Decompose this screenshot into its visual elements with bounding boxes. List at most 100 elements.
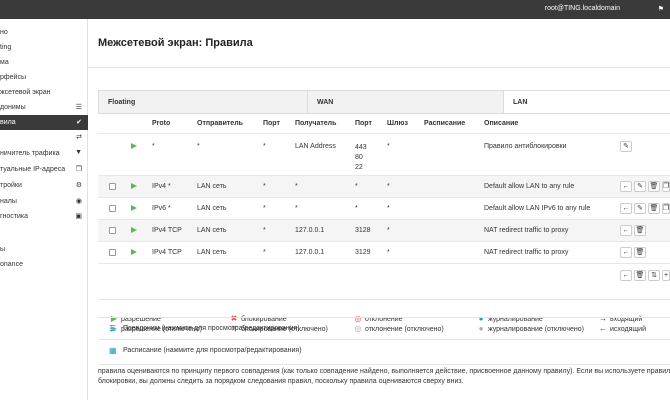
sidebar-item-shaper[interactable]: ничитель трафика ▼ xyxy=(0,146,88,161)
column-header-proto: Proto xyxy=(152,120,171,127)
delete-button[interactable]: 🗑 xyxy=(648,181,660,192)
cell-description: NAT redirect traffic to proxy xyxy=(484,227,569,234)
cell-gateway: * xyxy=(387,143,390,150)
sidebar-item-settings[interactable]: тройки ⚙ xyxy=(0,178,88,193)
edit-button[interactable]: ✎ xyxy=(634,203,646,214)
tab-label: LAN xyxy=(513,99,528,106)
list-icon: ☰ xyxy=(109,324,117,333)
tab-label: WAN xyxy=(317,99,334,106)
cell-source-port: * xyxy=(263,227,266,234)
pass-icon[interactable] xyxy=(131,227,137,233)
sidebar-item-label: налы xyxy=(0,198,17,205)
cell-source-port: * xyxy=(263,205,266,212)
move-button[interactable]: ← xyxy=(620,225,632,236)
pass-icon[interactable] xyxy=(131,249,137,255)
sidebar-item-label: ы xyxy=(0,246,6,253)
sidebar-item-nat[interactable]: ⇄ xyxy=(0,130,88,145)
sidebar-item-label: гностика xyxy=(0,213,29,220)
sidebar-item-label: туальные IP-адреса xyxy=(0,166,66,173)
sidebar: но ting ма рфейсы жсетевой экран донимы ☰… xyxy=(0,19,88,400)
schedule-link[interactable]: Расписание (нажмите для просмотра/редакт… xyxy=(123,347,302,354)
schedule-link-row[interactable]: ▦ Расписание (нажмите для просмотра/реда… xyxy=(98,339,670,361)
sidebar-item-label: ting xyxy=(0,44,12,51)
sidebar-item-logs[interactable]: налы ◉ xyxy=(0,194,88,209)
alias-link[interactable]: Псевдоним (нажмите для просмотра/редакти… xyxy=(123,325,300,332)
column-header-destination-port: Порт xyxy=(355,120,372,127)
note-line-2: блокировки, вы должны следить за порядко… xyxy=(98,378,464,385)
check-icon: ✔ xyxy=(76,119,82,126)
delete-button[interactable]: 🗑 xyxy=(648,203,660,214)
bulk-toggle-button[interactable]: ⇅ xyxy=(648,270,660,281)
delete-button[interactable]: 🗑 xyxy=(634,225,646,236)
sidebar-item-3[interactable]: рфейсы xyxy=(0,70,88,85)
cogs-icon: ⚙ xyxy=(75,182,82,189)
cell-description: NAT redirect traffic to proxy xyxy=(484,249,569,256)
clone-button[interactable]: ❐ xyxy=(662,181,670,192)
sidebar-item-1[interactable]: ting xyxy=(0,40,88,55)
cell-destination-port: 3128 xyxy=(355,227,371,234)
tab-floating[interactable]: Floating xyxy=(99,91,308,113)
cell-proto: * xyxy=(152,143,155,150)
bulk-move-button[interactable]: ← xyxy=(620,270,632,281)
table-row: IPv4 TCP LAN сеть * 127.0.0.1 3128 * NAT… xyxy=(98,219,670,241)
sidebar-item-label: вила xyxy=(0,119,16,126)
move-button[interactable]: ← xyxy=(620,203,632,214)
cell-source: LAN сеть xyxy=(197,183,227,190)
cell-destination: * xyxy=(295,183,298,190)
delete-button[interactable]: 🗑 xyxy=(634,247,646,258)
sidebar-item-14[interactable]: onance xyxy=(0,257,88,272)
sidebar-item-rules[interactable]: вила ✔ xyxy=(0,115,88,130)
sidebar-item-aliases[interactable]: донимы ☰ xyxy=(0,100,88,115)
sidebar-item-2[interactable]: ма xyxy=(0,55,88,70)
sidebar-item-virtual-ips[interactable]: туальные IP-адреса ❐ xyxy=(0,162,88,177)
user-menu[interactable]: root@TING.localdomain xyxy=(545,5,620,12)
row-checkbox[interactable] xyxy=(109,205,116,212)
column-header-destination: Получатель xyxy=(295,120,337,127)
cell-proto: IPv6 * xyxy=(152,205,171,212)
cell-destination-port: * xyxy=(355,205,358,212)
sidebar-item-diagnostics[interactable]: гностика ▣ xyxy=(0,209,88,224)
flag-icon[interactable]: ⚑ xyxy=(658,5,664,13)
clone-button[interactable]: ❐ xyxy=(662,203,670,214)
sidebar-item-label: тройки xyxy=(0,182,22,189)
pass-icon[interactable] xyxy=(131,205,137,211)
cell-proto: IPv4 TCP xyxy=(152,249,182,256)
bulk-actions-row: ← 🗑 ⇅ + xyxy=(98,263,670,287)
cell-description: Default allow LAN to any rule xyxy=(484,183,575,190)
sidebar-item-0[interactable]: но xyxy=(0,25,88,40)
sidebar-item-label: onance xyxy=(0,261,23,268)
tab-wan[interactable]: WAN xyxy=(308,91,504,113)
sidebar-item-label: но xyxy=(0,29,8,36)
sidebar-item-firewall[interactable]: жсетевой экран xyxy=(0,85,88,100)
row-checkbox[interactable] xyxy=(109,183,116,190)
row-checkbox[interactable] xyxy=(109,249,116,256)
cell-source: LAN сеть xyxy=(197,249,227,256)
eye-icon: ◉ xyxy=(75,198,82,205)
alias-link-row[interactable]: ☰ Псевдоним (нажмите для просмотра/редак… xyxy=(98,317,670,339)
tab-lan[interactable]: LAN xyxy=(504,91,670,113)
column-header-source: Отправитель xyxy=(197,120,243,127)
move-button[interactable]: ← xyxy=(620,181,632,192)
bulk-delete-button[interactable]: 🗑 xyxy=(634,270,646,281)
cell-gateway: * xyxy=(387,183,390,190)
table-row: IPv6 * LAN сеть * * * * Default allow LA… xyxy=(98,197,670,219)
add-rule-button[interactable]: + xyxy=(662,270,670,281)
cell-destination: 127.0.0.1 xyxy=(295,249,325,256)
cell-destination-port: 443 80 22 xyxy=(355,144,367,171)
move-button[interactable]: ← xyxy=(620,247,632,258)
cell-gateway: * xyxy=(387,227,390,234)
sidebar-item-13[interactable]: ы xyxy=(0,242,88,257)
column-header-description: Описание xyxy=(484,120,519,127)
edit-button[interactable]: ✎ xyxy=(620,141,632,152)
sidebar-item-label: донимы xyxy=(0,104,26,111)
note-line-1: правила оцениваются по принципу первого … xyxy=(98,368,670,375)
cell-source-port: * xyxy=(263,143,266,150)
pass-icon[interactable] xyxy=(131,183,137,189)
edit-button[interactable]: ✎ xyxy=(634,181,646,192)
cell-destination: 127.0.0.1 xyxy=(295,227,325,234)
cell-source: * xyxy=(197,143,200,150)
row-checkbox[interactable] xyxy=(109,227,116,234)
column-header-source-port: Порт xyxy=(263,120,280,127)
cell-gateway: * xyxy=(387,249,390,256)
cell-source: LAN сеть xyxy=(197,205,227,212)
